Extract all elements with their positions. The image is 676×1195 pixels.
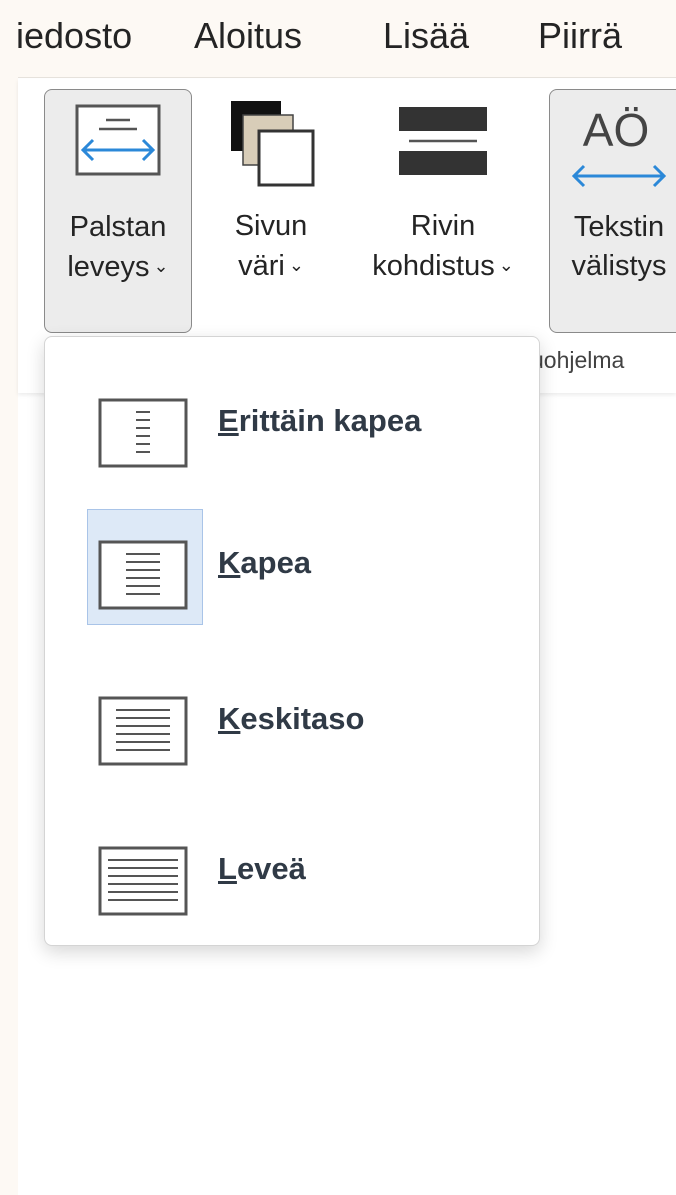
text-spacing-glyph: AÖ <box>583 104 649 156</box>
menu-item-access-key: K <box>218 545 241 580</box>
line-focus-label-line1: Rivin <box>410 210 476 242</box>
text-spacing-label-line1: Tekstin <box>573 211 665 243</box>
tab-home[interactable]: Aloitus <box>194 14 302 58</box>
chevron-down-icon: ⌄ <box>288 255 304 275</box>
menu-item-label: apea <box>240 545 312 580</box>
menu-item-moderate[interactable]: Keskitaso <box>87 665 527 781</box>
column-width-label-line1: Palstan <box>69 211 167 243</box>
chevron-down-icon: ⌄ <box>153 256 169 276</box>
page-color-label-line1: Sivun <box>234 210 308 242</box>
tab-file[interactable]: iedosto <box>18 14 132 58</box>
line-focus-label-line2: kohdistus <box>372 250 495 282</box>
line-focus-button[interactable]: Rivin kohdistus ⌄ <box>340 89 546 333</box>
text-spacing-button[interactable]: AÖ Tekstin välistys <box>549 89 676 333</box>
moderate-icon <box>87 665 203 781</box>
tab-draw[interactable]: Piirrä <box>538 14 622 58</box>
menu-item-label: rittäin kapea <box>238 403 422 438</box>
app-window: iedosto Aloitus Lisää Piirrä Palstan lev… <box>18 0 676 1195</box>
chevron-down-icon: ⌄ <box>498 255 514 275</box>
ribbon-tab-bar: iedosto Aloitus Lisää Piirrä <box>18 0 676 78</box>
menu-item-access-key: L <box>218 851 237 886</box>
menu-item-access-key: K <box>218 701 241 736</box>
column-width-menu: Erittäin kapea Kapea Keskitaso Leveä <box>44 336 540 946</box>
column-width-label-line2: leveys <box>67 251 150 283</box>
very-narrow-icon <box>87 367 203 483</box>
wide-icon <box>87 815 203 931</box>
page-color-button[interactable]: Sivun väri ⌄ <box>208 89 334 333</box>
menu-item-label: eskitaso <box>240 701 365 736</box>
text-spacing-icon: AÖ <box>550 102 676 202</box>
page-color-icon <box>208 101 334 201</box>
narrow-icon <box>87 509 203 625</box>
page-color-label-line2: väri <box>238 250 285 282</box>
line-focus-icon <box>340 101 546 201</box>
column-width-icon <box>45 102 191 202</box>
column-width-button[interactable]: Palstan leveys ⌄ <box>44 89 192 333</box>
menu-item-narrow[interactable]: Kapea <box>87 509 527 625</box>
menu-item-very-narrow[interactable]: Erittäin kapea <box>87 367 527 483</box>
menu-item-wide[interactable]: Leveä <box>87 815 527 931</box>
text-spacing-label-line2: välistys <box>571 250 667 282</box>
menu-item-label: eveä <box>236 851 306 886</box>
ribbon-group-label: uohjelma <box>531 347 625 373</box>
tab-insert[interactable]: Lisää <box>383 14 469 58</box>
menu-item-access-key: E <box>218 403 239 438</box>
